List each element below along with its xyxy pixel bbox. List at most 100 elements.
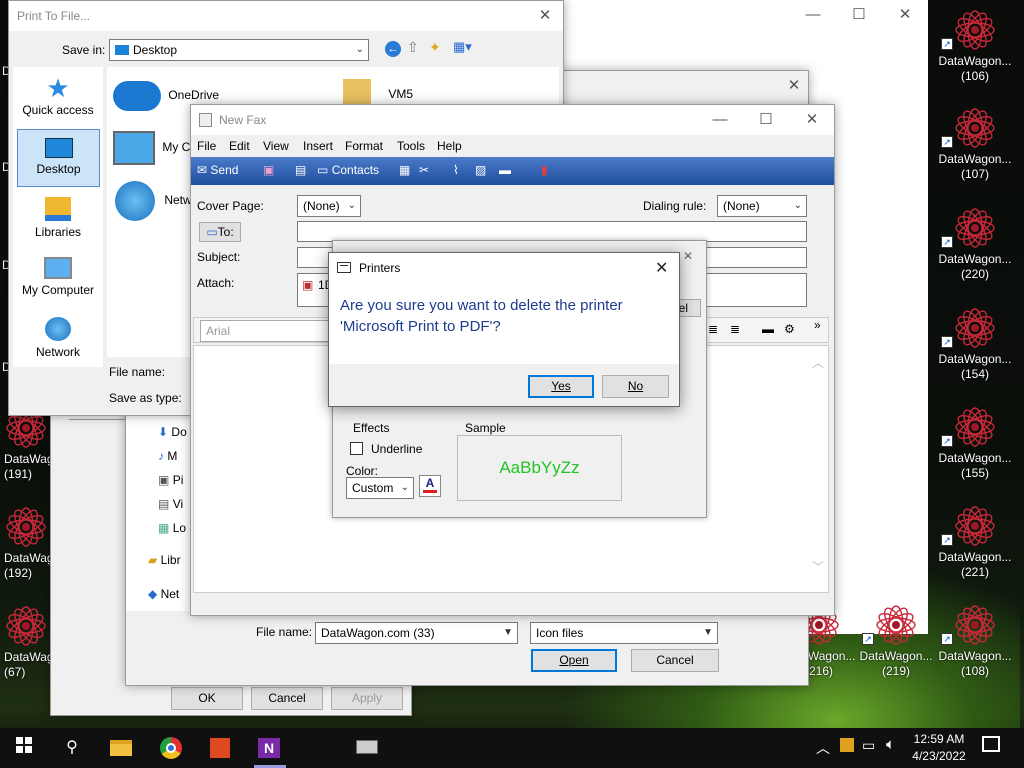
shortcut-arrow-icon: ↗ <box>862 633 874 645</box>
new-folder-icon[interactable]: ✦ <box>429 39 441 56</box>
menu-tools[interactable]: Tools <box>397 139 425 153</box>
printer-app-icon[interactable] <box>356 736 380 760</box>
tree-item[interactable]: Lo <box>173 521 186 535</box>
menu-edit[interactable]: Edit <box>229 139 250 153</box>
menu-format[interactable]: Format <box>345 139 383 153</box>
desktop-icon-datawagon[interactable]: ↗ DataWagon... (219) <box>852 603 940 679</box>
menu-help[interactable]: Help <box>437 139 462 153</box>
close-icon[interactable]: ✕ <box>882 0 928 30</box>
tree-item[interactable]: Libr <box>161 553 181 567</box>
printers-confirm-dialog: Printers ✕ Are you sure you want to dele… <box>328 252 680 407</box>
place-desktop[interactable]: Desktop <box>17 129 100 187</box>
align-right-icon[interactable]: ≣ <box>708 322 718 336</box>
line-icon[interactable]: ▬ <box>762 322 774 336</box>
place-libraries[interactable]: Libraries <box>15 195 101 247</box>
save-in-combo[interactable]: Desktop ⌄ <box>109 39 369 61</box>
volume-icon[interactable]: 🔈︎ <box>886 736 895 753</box>
up-folder-icon[interactable]: ⇧ <box>407 39 419 56</box>
scroll-up-icon[interactable]: ︿ <box>812 354 824 371</box>
maximize-icon[interactable]: ☐ <box>836 0 882 30</box>
tree-item[interactable]: Net <box>161 587 180 601</box>
yes-button[interactable]: Yes <box>528 375 594 398</box>
place-my-computer[interactable]: My Computer <box>15 255 101 307</box>
close-icon[interactable]: ✕ <box>683 249 693 263</box>
place-quick-access[interactable]: ★ Quick access <box>15 73 101 125</box>
send-button[interactable]: ✉ Send <box>197 163 238 177</box>
page-icon[interactable]: ▤ <box>295 163 306 177</box>
minimize-icon[interactable]: — <box>790 0 836 30</box>
close-icon[interactable]: ✕ <box>655 258 668 278</box>
chrome-icon[interactable] <box>160 736 184 760</box>
close-icon[interactable]: ✕ <box>772 71 816 101</box>
nav-tree: ⬇ Do ♪ M ▣ Pi ▤ Vi ▦ Lo ▰ Libr ◆ Net <box>126 411 196 611</box>
ok-button[interactable]: OK <box>171 687 243 710</box>
office-icon[interactable] <box>210 736 234 760</box>
underline-checkbox[interactable] <box>350 442 363 455</box>
item-network[interactable]: Netw <box>115 181 192 221</box>
file-explorer-icon[interactable] <box>110 736 134 760</box>
no-button[interactable]: No <box>602 375 669 398</box>
image-icon[interactable]: ▨ <box>475 163 486 177</box>
cancel-button[interactable]: Cancel <box>251 687 323 710</box>
font-color-button[interactable]: A <box>419 475 441 497</box>
desktop-icon-datawagon[interactable]: ↗ DataWagon... (154) <box>931 306 1019 382</box>
clock-time[interactable]: 12:59 AM <box>912 732 966 746</box>
menu-insert[interactable]: Insert <box>303 139 333 153</box>
attach-icon[interactable]: ⌇ <box>453 163 459 177</box>
menu-file[interactable]: File <box>197 139 216 153</box>
desktop-icon-datawagon[interactable]: ↗ DataWagon... (220) <box>931 206 1019 282</box>
scroll-down-icon[interactable]: ﹀ <box>812 558 824 575</box>
tray-app-icon[interactable] <box>840 738 854 752</box>
apply-button[interactable]: Apply <box>331 687 403 710</box>
dialog-title: Print To File... <box>9 1 563 31</box>
tools-icon[interactable]: ✂ <box>419 163 429 177</box>
grid-icon[interactable]: ▦ <box>399 163 410 177</box>
menu-view[interactable]: View <box>263 139 289 153</box>
close-icon[interactable]: ✕ <box>525 1 565 31</box>
minimize-icon[interactable]: — <box>697 105 743 135</box>
cover-page-combo[interactable]: (None) ⌄ <box>297 195 361 217</box>
save-icon[interactable]: ▣ <box>263 163 274 177</box>
dialing-rule-combo[interactable]: (None) ⌄ <box>717 195 807 217</box>
notifications-icon[interactable] <box>982 736 1000 752</box>
desktop-icon-datawagon[interactable]: ↗ DataWagon... (221) <box>931 504 1019 580</box>
contacts-button[interactable]: ▭ Contacts <box>317 163 379 177</box>
onenote-icon[interactable]: N <box>258 736 282 760</box>
cancel-button[interactable]: Cancel <box>631 649 719 672</box>
justify-icon[interactable]: ≣ <box>730 322 740 336</box>
desktop-icon-datawagon[interactable]: ↗ DataWagon... (107) <box>931 106 1019 182</box>
desktop-icon-datawagon[interactable]: ↗ DataWagon... (106) <box>931 8 1019 84</box>
to-field[interactable] <box>297 221 807 242</box>
more-icon[interactable]: » <box>814 318 821 332</box>
marker-icon[interactable]: ▮ <box>541 163 548 177</box>
attach-label: Attach: <box>197 276 235 290</box>
tree-item[interactable]: Pi <box>173 473 184 487</box>
file-name-combo[interactable]: DataWagon.com (33) ▼ <box>315 622 518 644</box>
tree-item[interactable]: Vi <box>173 497 183 511</box>
close-icon[interactable]: ✕ <box>789 105 835 135</box>
scan-icon[interactable]: ▬ <box>499 163 511 177</box>
back-icon[interactable]: ← <box>385 41 401 57</box>
desktop-icon <box>44 138 73 158</box>
network-icon[interactable]: ▭ <box>862 737 875 754</box>
find-icon[interactable]: ⚙ <box>784 322 795 336</box>
maximize-icon[interactable]: ☐ <box>743 105 789 135</box>
search-icon[interactable]: ⚲ <box>60 736 84 760</box>
file-name-label: File name: <box>109 365 166 379</box>
tray-chevron-icon[interactable]: ︿ <box>816 738 830 758</box>
color-combo[interactable]: Custom ⌄ <box>346 477 414 499</box>
view-menu-icon[interactable]: ▦▾ <box>453 39 472 55</box>
place-network[interactable]: Network <box>15 315 101 367</box>
desktop-icon-datawagon[interactable]: ↗ DataWagon... (155) <box>931 405 1019 481</box>
font-combo[interactable]: Arial <box>200 320 330 342</box>
clock-date[interactable]: 4/23/2022 <box>910 749 968 763</box>
shortcut-arrow-icon: ↗ <box>941 136 953 148</box>
tree-item[interactable]: Do <box>171 425 186 439</box>
start-windows-icon[interactable] <box>12 736 36 760</box>
item-my-computer[interactable]: My C <box>113 131 190 165</box>
to-button[interactable]: ▭To: <box>199 222 241 242</box>
desktop-icon-datawagon[interactable]: ↗ DataWagon... (108) <box>931 603 1019 679</box>
tree-item[interactable]: M <box>167 449 177 463</box>
file-type-combo[interactable]: Icon files ▼ <box>530 622 718 644</box>
open-button[interactable]: Open <box>531 649 617 672</box>
